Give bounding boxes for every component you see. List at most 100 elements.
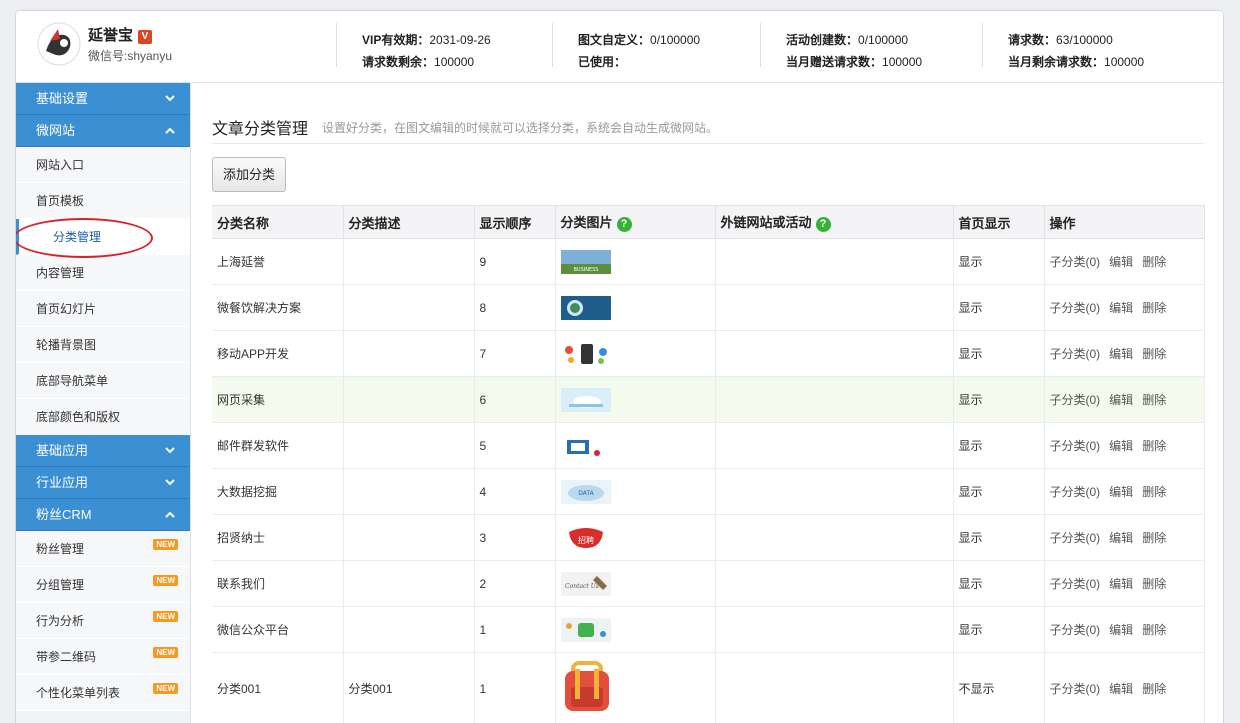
svg-text:DATA: DATA xyxy=(578,490,594,497)
subcategory-link[interactable]: 子分类(0) xyxy=(1050,301,1101,315)
sidebar-group-basic-settings[interactable]: 基础设置 xyxy=(16,83,190,115)
new-badge: NEW xyxy=(153,611,178,622)
sidebar-item-carousel-bg[interactable]: 轮播背景图 xyxy=(16,327,190,363)
cell-image xyxy=(555,376,716,423)
cell-desc xyxy=(343,422,475,469)
sidebar-item-footer-color[interactable]: 底部颜色和版权 xyxy=(16,399,190,435)
page-title: 文章分类管理 xyxy=(212,121,309,138)
delete-link[interactable]: 删除 xyxy=(1142,439,1166,453)
big-data-thumbnail: DATA xyxy=(560,479,611,504)
table-row: 大数据挖掘 4 DATA 显示 子分类(0) 编辑 删除 xyxy=(212,468,1205,515)
edit-link[interactable]: 编辑 xyxy=(1109,439,1133,453)
business-thumbnail: BUSINESS xyxy=(560,249,611,274)
sidebar-group-label: 行业应用 xyxy=(36,475,89,490)
table-row: 招贤纳士 3 招聘 显示 子分类(0) 编辑 删除 xyxy=(212,514,1205,561)
sidebar-item-bottom-nav[interactable]: 底部导航菜单 xyxy=(16,363,190,399)
cell-name: 微信公众平台 xyxy=(212,606,344,653)
delete-link[interactable]: 删除 xyxy=(1142,623,1166,637)
sidebar-group-fans-crm[interactable]: 粉丝CRM xyxy=(16,499,190,531)
edit-link[interactable]: 编辑 xyxy=(1109,301,1133,315)
cell-show: 显示 xyxy=(953,468,1045,515)
edit-link[interactable]: 编辑 xyxy=(1109,682,1133,696)
delete-link[interactable]: 删除 xyxy=(1142,531,1166,545)
cell-show: 显示 xyxy=(953,330,1045,377)
category-table: 分类名称 分类描述 显示顺序 分类图片? 外链网站或活动? 首页显示 操作 上海… xyxy=(212,205,1205,723)
subcategory-link[interactable]: 子分类(0) xyxy=(1050,439,1101,453)
cell-desc xyxy=(343,606,475,653)
edit-link[interactable]: 编辑 xyxy=(1109,485,1133,499)
sidebar-item-custom-menu[interactable]: 个性化菜单列表 NEW xyxy=(16,675,190,711)
cell-name: 上海延誉 xyxy=(212,238,344,285)
edit-link[interactable]: 编辑 xyxy=(1109,255,1133,269)
sidebar-group-basic-apps[interactable]: 基础应用 xyxy=(16,435,190,467)
sidebar-group-micro-site[interactable]: 微网站 xyxy=(16,115,190,147)
subcategory-link[interactable]: 子分类(0) xyxy=(1050,531,1101,545)
brand-name: 延誉宝 V xyxy=(88,24,153,45)
cell-name: 招贤纳士 xyxy=(212,514,344,561)
cell-name: 分类001 xyxy=(212,652,344,723)
stat-label: VIP有效期： xyxy=(362,33,430,47)
stat-value: 100000 xyxy=(1104,55,1145,69)
cell-image xyxy=(555,422,716,469)
cell-name: 大数据挖掘 xyxy=(212,468,344,515)
sidebar-item-param-qrcode[interactable]: 带参二维码 NEW xyxy=(16,639,190,675)
cell-desc xyxy=(343,560,475,607)
sidebar-item-home-slides[interactable]: 首页幻灯片 xyxy=(16,291,190,327)
cell-desc xyxy=(343,514,475,561)
cell-name: 微餐饮解决方案 xyxy=(212,284,344,331)
subcategory-link[interactable]: 子分类(0) xyxy=(1050,393,1101,407)
delete-link[interactable]: 删除 xyxy=(1142,682,1166,696)
subcategory-link[interactable]: 子分类(0) xyxy=(1050,623,1101,637)
col-header-name: 分类名称 xyxy=(212,205,344,239)
subcategory-link[interactable]: 子分类(0) xyxy=(1050,577,1101,591)
subcategory-link[interactable]: 子分类(0) xyxy=(1050,255,1101,269)
subcategory-link[interactable]: 子分类(0) xyxy=(1050,485,1101,499)
help-icon[interactable]: ? xyxy=(815,217,831,232)
table-row: 网页采集 6 显示 子分类(0) 编辑 删除 xyxy=(212,376,1205,423)
cell-order: 3 xyxy=(474,514,556,561)
cell-ops: 子分类(0) 编辑 删除 xyxy=(1044,284,1205,331)
brand-name-text: 延誉宝 xyxy=(88,27,134,44)
header-divider xyxy=(760,23,761,67)
subcategory-link[interactable]: 子分类(0) xyxy=(1050,682,1101,696)
header-divider xyxy=(336,23,337,67)
cell-show: 显示 xyxy=(953,514,1045,561)
sidebar-item-site-entry[interactable]: 网站入口 xyxy=(16,147,190,183)
delete-link[interactable]: 删除 xyxy=(1142,577,1166,591)
subcategory-link[interactable]: 子分类(0) xyxy=(1050,347,1101,361)
table-row: 上海延誉 9 BUSINESS 显示 子分类(0) 编辑 删除 xyxy=(212,238,1205,285)
sidebar-group-industry-apps[interactable]: 行业应用 xyxy=(16,467,190,499)
cell-name: 网页采集 xyxy=(212,376,344,423)
edit-link[interactable]: 编辑 xyxy=(1109,577,1133,591)
sidebar-item-home-template[interactable]: 首页模板 xyxy=(16,183,190,219)
sidebar-group-label: 基础设置 xyxy=(36,91,89,106)
help-icon[interactable]: ? xyxy=(616,217,632,232)
edit-link[interactable]: 编辑 xyxy=(1109,531,1133,545)
cell-show: 显示 xyxy=(953,560,1045,607)
delete-link[interactable]: 删除 xyxy=(1142,347,1166,361)
cell-order: 1 xyxy=(474,652,556,723)
email-thumbnail xyxy=(560,433,611,458)
delete-link[interactable]: 删除 xyxy=(1142,485,1166,499)
stat-value: 0/100000 xyxy=(650,33,701,47)
delete-link[interactable]: 删除 xyxy=(1142,255,1166,269)
edit-link[interactable]: 编辑 xyxy=(1109,623,1133,637)
delete-link[interactable]: 删除 xyxy=(1142,393,1166,407)
edit-link[interactable]: 编辑 xyxy=(1109,347,1133,361)
cell-ops: 子分类(0) 编辑 删除 xyxy=(1044,468,1205,515)
sidebar-item-label: 个性化菜单列表 xyxy=(36,686,121,700)
app-frame: 延誉宝 V 微信号:shyanyu VIP有效期：2031-09-26 请求数剩余… xyxy=(15,10,1224,723)
sidebar-item-content-manage[interactable]: 内容管理 xyxy=(16,255,190,291)
cell-ops: 子分类(0) 编辑 删除 xyxy=(1044,238,1205,285)
edit-link[interactable]: 编辑 xyxy=(1109,393,1133,407)
sidebar-item-behavior-analysis[interactable]: 行为分析 NEW xyxy=(16,603,190,639)
sidebar-item-group-manage[interactable]: 分组管理 NEW xyxy=(16,567,190,603)
delete-link[interactable]: 删除 xyxy=(1142,301,1166,315)
stat-label: 已使用： xyxy=(578,55,627,69)
cell-ops: 子分类(0) 编辑 删除 xyxy=(1044,560,1205,607)
add-category-button[interactable]: 添加分类 xyxy=(212,157,286,192)
stat-value: 63/100000 xyxy=(1056,33,1113,47)
sidebar-item-fans-manage[interactable]: 粉丝管理 NEW xyxy=(16,531,190,567)
cell-order: 9 xyxy=(474,238,556,285)
col-header-image: 分类图片? xyxy=(555,205,716,239)
